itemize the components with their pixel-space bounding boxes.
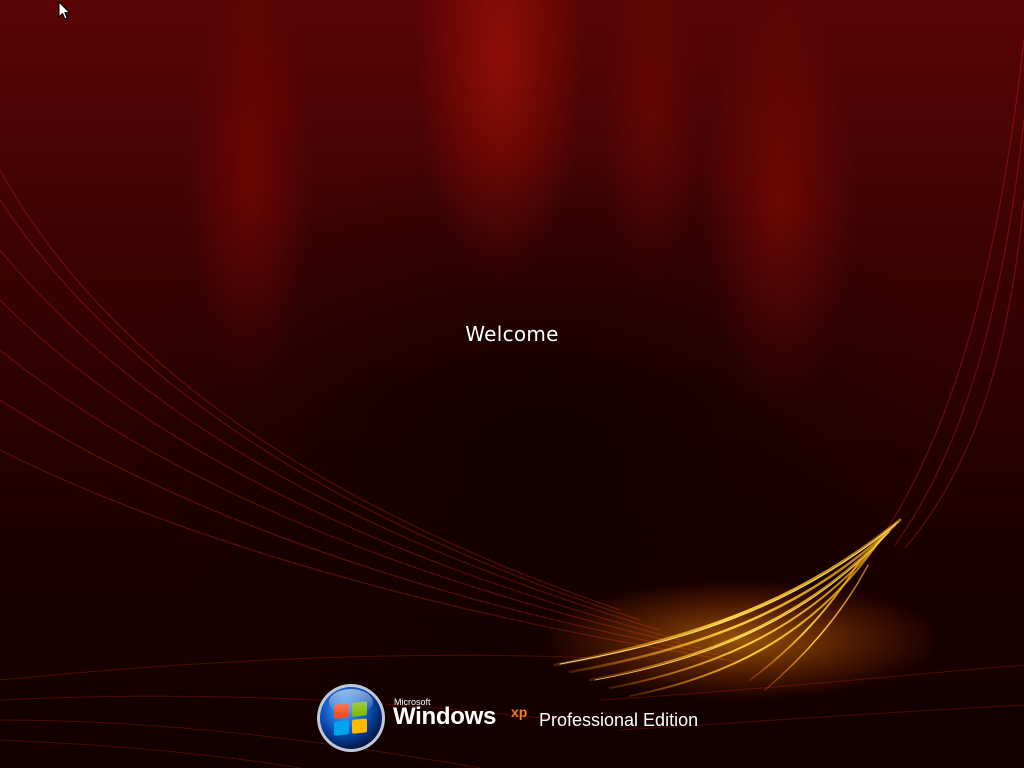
- windows-branding: Microsoft Windows xp Professional Editio…: [315, 680, 715, 756]
- brand-edition-label: Professional Edition: [539, 710, 699, 730]
- mouse-pointer-icon: [58, 1, 70, 20]
- background-wallpaper: [0, 39, 1024, 768]
- brand-windows-wordmark: Windows: [393, 703, 497, 730]
- welcome-message: Welcome: [465, 322, 559, 346]
- welcome-screen: Welcome Microsoft Windows xp Professiona…: [0, 0, 1024, 768]
- brand-xp-mark: xp: [511, 704, 528, 720]
- windows-orb-logo-icon: [317, 684, 385, 752]
